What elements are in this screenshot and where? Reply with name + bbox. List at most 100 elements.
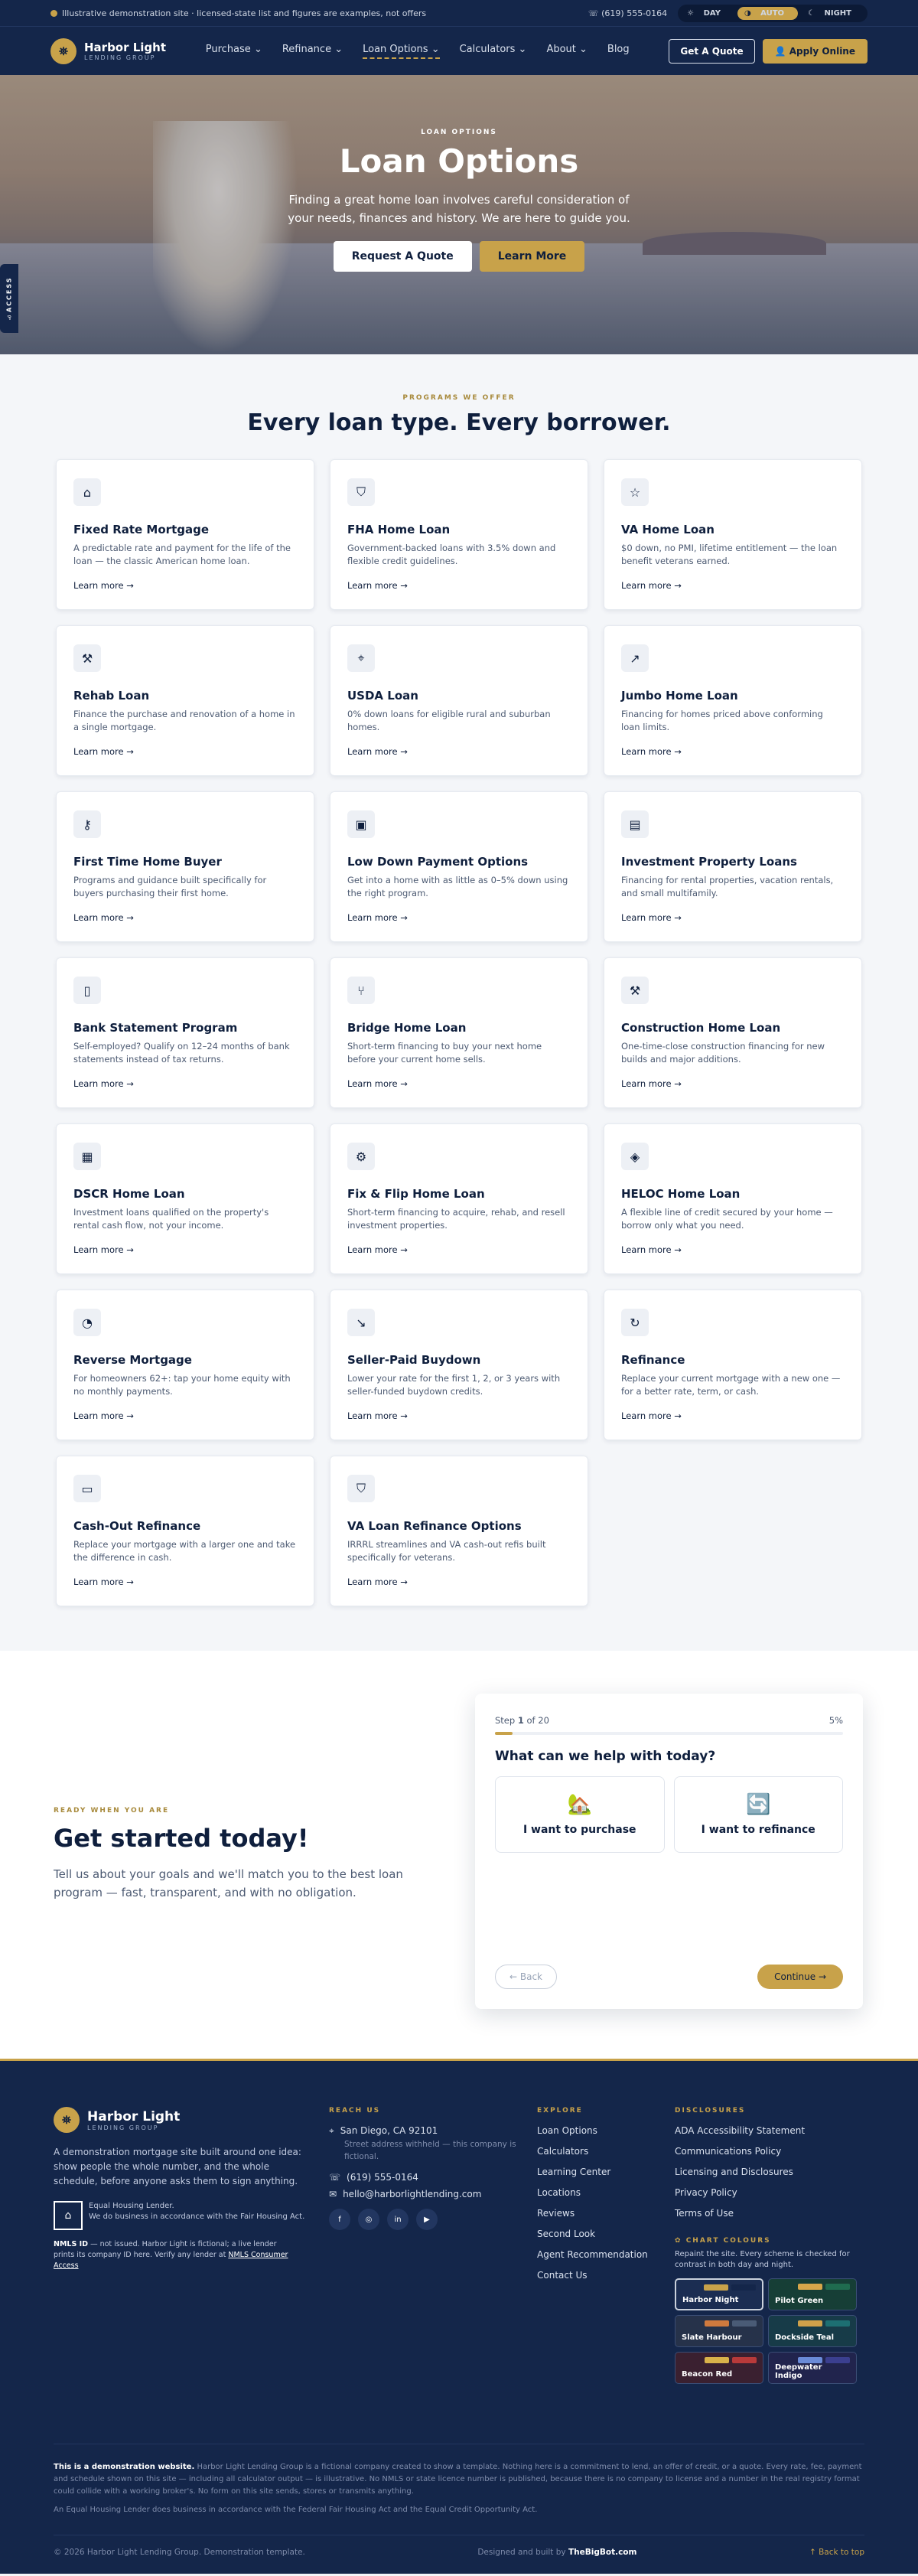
footer-email[interactable]: ✉ hello@harborlightlending.com [329,2189,537,2199]
purchase-option[interactable]: 🏡 I want to purchase [495,1776,665,1853]
learn-more-link[interactable]: Learn more → [347,1577,571,1587]
theme-mode-toggle[interactable]: ☼ DAY ◑ AUTO ☾ NIGHT [678,4,868,22]
get-quote-button[interactable]: Get A Quote [669,38,755,64]
learn-more-link[interactable]: Learn more → [621,1244,845,1255]
learn-more-link[interactable]: Learn more → [621,1078,845,1089]
footer-explore-link[interactable]: Second Look [537,2229,675,2239]
learn-more-link[interactable]: Learn more → [621,580,845,591]
hero-eyebrow: LOAN OPTIONS [421,129,497,136]
program-card[interactable]: ↻ Refinance Replace your current mortgag… [604,1290,862,1440]
back-to-top-link[interactable]: ↑ Back to top [809,2546,864,2558]
programs-eyebrow: PROGRAMS WE OFFER [402,394,516,402]
program-card[interactable]: ⚒ Rehab Loan Finance the purchase and re… [56,625,314,776]
learn-more-link[interactable]: Learn more → [621,1410,845,1421]
learn-more-link[interactable]: Learn more → [347,1244,571,1255]
built-by-link[interactable]: TheBigBot.com [568,2548,636,2557]
learn-more-link[interactable]: Learn more → [621,746,845,757]
learn-more-link[interactable]: Learn more → [347,746,571,757]
nav-item-about[interactable]: About ⌄ [546,44,587,59]
youtube-icon[interactable]: ▶ [416,2209,438,2230]
learn-more-link[interactable]: Learn more → [347,580,571,591]
footer-explore-link[interactable]: Learning Center [537,2167,675,2177]
nav-item-purchase[interactable]: Purchase ⌄ [206,44,262,59]
footer-explore-link[interactable]: Agent Recommendation [537,2249,675,2260]
learn-more-link[interactable]: Learn more → [73,1577,297,1587]
program-card[interactable]: ⚷ First Time Home Buyer Programs and gui… [56,791,314,942]
nav-item-loan-options[interactable]: Loan Options ⌄ [363,44,440,59]
nav-item-refinance[interactable]: Refinance ⌄ [282,44,343,59]
nav-item-calculators[interactable]: Calculators ⌄ [460,44,527,59]
footer-disclosure-link[interactable]: Terms of Use [675,2208,858,2219]
program-card[interactable]: ▤ Investment Property Loans Financing fo… [604,791,862,942]
program-card[interactable]: ◔ Reverse Mortgage For homeowners 62+: t… [56,1290,314,1440]
footer-disclosure-link[interactable]: ADA Accessibility Statement [675,2125,858,2136]
footer-explore-link[interactable]: Reviews [537,2208,675,2219]
hero-section: LOAN OPTIONS Loan Options Finding a grea… [0,75,918,354]
quiz-question: What can we help with today? [495,1749,716,1764]
program-title: Refinance [621,1353,685,1367]
quiz-back-button[interactable]: ← Back [495,1965,558,1989]
equal-credit-note: An Equal Housing Lender does business in… [54,2506,538,2514]
footer-brand[interactable]: ⛯ Harbor Light LENDING GROUP [54,2107,329,2133]
mode-auto[interactable]: ◑ AUTO [737,6,799,20]
footer-disclosure-link[interactable]: Communications Policy [675,2146,858,2157]
mode-day[interactable]: ☼ DAY [680,7,734,20]
footer-explore-link[interactable]: Locations [537,2187,675,2198]
apply-online-button[interactable]: 👤 Apply Online [762,38,868,64]
linkedin-icon[interactable]: in [387,2209,409,2230]
learn-more-link[interactable]: Learn more → [73,1244,297,1255]
learn-more-button[interactable]: Learn More [479,241,585,272]
program-card[interactable]: ⚙ Fix & Flip Home Loan Short-term financ… [330,1123,588,1274]
main-nav: ⛯ Harbor Light LENDING GROUP Purchase ⌄ R… [0,26,918,75]
program-card[interactable]: ⑂ Bridge Home Loan Short-term financing … [330,957,588,1108]
colour-scheme-option[interactable]: Pilot Green [768,2278,857,2310]
program-card[interactable]: ⌖ USDA Loan 0% down loans for eligible r… [330,625,588,776]
footer-disclosure-link[interactable]: Licensing and Disclosures [675,2167,858,2177]
learn-more-link[interactable]: Learn more → [347,1078,571,1089]
program-card[interactable]: ⛉ FHA Home Loan Government-backed loans … [330,459,588,610]
program-card[interactable]: ◈ HELOC Home Loan A flexible line of cre… [604,1123,862,1274]
colour-scheme-option[interactable]: Dockside Teal [768,2315,857,2347]
program-title: Investment Property Loans [621,855,797,869]
nav-item-blog[interactable]: Blog [607,44,630,59]
footer-explore-link[interactable]: Calculators [537,2146,675,2157]
footer-phone[interactable]: ☏ (619) 555-0164 [329,2172,537,2183]
accessibility-tab[interactable]: ♿ ACCESS [0,264,18,333]
mode-night[interactable]: ☾ NIGHT [801,7,865,20]
program-card[interactable]: ▣ Low Down Payment Options Get into a ho… [330,791,588,942]
learn-more-link[interactable]: Learn more → [73,912,297,923]
learn-more-link[interactable]: Learn more → [347,912,571,923]
footer-explore-link[interactable]: Loan Options [537,2125,675,2136]
quiz-continue-button[interactable]: Continue → [757,1965,843,1989]
program-card[interactable]: ⛉ VA Loan Refinance Options IRRRL stream… [330,1456,588,1606]
colour-scheme-option[interactable]: Slate Harbour [675,2315,763,2347]
hero-title: Loan Options [339,142,579,180]
program-card[interactable]: ↗ Jumbo Home Loan Financing for homes pr… [604,625,862,776]
footer-explore-link[interactable]: Contact Us [537,2270,675,2281]
request-quote-button[interactable]: Request A Quote [333,241,472,272]
program-card[interactable]: ⚒ Construction Home Loan One-time-close … [604,957,862,1108]
program-card[interactable]: ⌂ Fixed Rate Mortgage A predictable rate… [56,459,314,610]
program-card[interactable]: ▦ DSCR Home Loan Investment loans qualif… [56,1123,314,1274]
learn-more-link[interactable]: Learn more → [73,1078,297,1089]
program-card[interactable]: ☆ VA Home Loan $0 down, no PMI, lifetime… [604,459,862,610]
colour-scheme-option[interactable]: Beacon Red [675,2352,763,2384]
star-icon: ☆ [621,478,649,506]
learn-more-link[interactable]: Learn more → [73,1410,297,1421]
learn-more-link[interactable]: Learn more → [73,580,297,591]
learn-more-link[interactable]: Learn more → [73,746,297,757]
learn-more-link[interactable]: Learn more → [621,912,845,923]
colour-scheme-option[interactable]: Harbor Night [675,2278,763,2310]
quiz-percent: 5% [828,1715,843,1726]
learn-more-link[interactable]: Learn more → [347,1410,571,1421]
top-phone[interactable]: ☏ (619) 555-0164 [588,8,667,18]
instagram-icon[interactable]: ◎ [358,2209,379,2230]
footer-disclosure-link[interactable]: Privacy Policy [675,2187,858,2198]
colour-scheme-option[interactable]: Deepwater Indigo [768,2352,857,2384]
program-card[interactable]: ▯ Bank Statement Program Self-employed? … [56,957,314,1108]
refinance-option[interactable]: 🔄 I want to refinance [673,1776,843,1853]
program-card[interactable]: ▭ Cash-Out Refinance Replace your mortga… [56,1456,314,1606]
brand-logo[interactable]: ⛯ Harbor Light LENDING GROUP [50,37,166,64]
program-card[interactable]: ↘ Seller-Paid Buydown Lower your rate fo… [330,1290,588,1440]
facebook-icon[interactable]: f [329,2209,350,2230]
